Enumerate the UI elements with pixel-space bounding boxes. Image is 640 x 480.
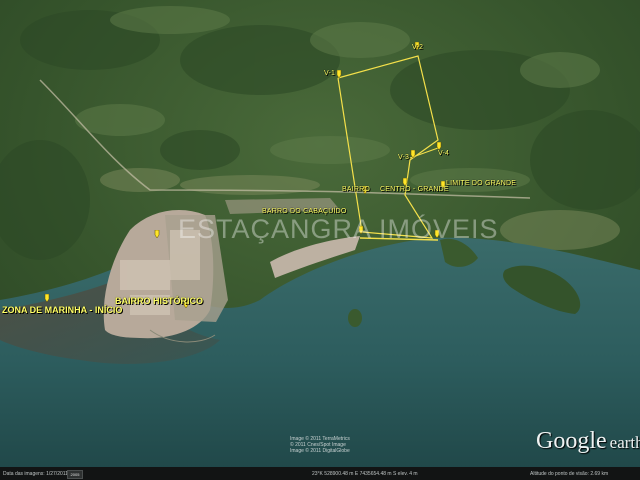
- imagery-attribution: Image © 2011 TerraMetrics © 2011 Cnes/Sp…: [290, 436, 350, 454]
- vertex-label-west: V-1: [324, 70, 336, 77]
- logo-earth-text: earth: [609, 433, 640, 452]
- centro-label: CENTRO - GRANDE: [380, 186, 449, 193]
- imagery-date: Data das imagens: 1/27/2011: [3, 471, 68, 477]
- limit-label: LIMITE DO GRANDE: [446, 180, 517, 187]
- placemark-pushpin-icon[interactable]: [44, 294, 50, 302]
- placemark-pushpin-icon[interactable]: [436, 142, 442, 150]
- placemark-pushpin-icon[interactable]: [410, 150, 416, 158]
- pointer-coordinates: 23°K 528900.48 m E 7435654.48 m S elev. …: [312, 471, 418, 477]
- neighborhood-label: BAIRRO: [342, 186, 371, 193]
- zona-inicio-label: ZONA DE MARINHA - INÍCIO: [2, 305, 123, 315]
- bairro-historico-label: BAIRRO HISTÓRICO: [115, 296, 204, 306]
- placemark-pushpin-icon[interactable]: [336, 70, 342, 78]
- vertex-label-south: V-4: [438, 150, 450, 157]
- vertex-label-north: V-2: [412, 44, 424, 51]
- attribution-line: Image © 2011 DigitalGlobe: [290, 448, 350, 454]
- placemark-pushpin-icon[interactable]: [154, 230, 160, 238]
- logo-google-text: Google: [536, 428, 607, 454]
- watermark-text: ESTAÇANGRA IMÓVEIS: [178, 214, 499, 244]
- google-earth-logo: Google earth: [536, 428, 640, 455]
- historical-imagery-button[interactable]: 2005: [67, 470, 83, 479]
- placemark-pushpin-icon[interactable]: [402, 178, 408, 186]
- vertex-label-east: V-3: [398, 154, 410, 161]
- map-view[interactable]: V-2 V-1 V-4 V-3 BAIRRO CENTRO - GRANDE L…: [0, 0, 640, 480]
- eye-altitude: Altitude do ponto de visão: 2.69 km: [530, 471, 609, 477]
- status-bar: Data das imagens: 1/27/2011 2005 23°K 52…: [0, 467, 640, 480]
